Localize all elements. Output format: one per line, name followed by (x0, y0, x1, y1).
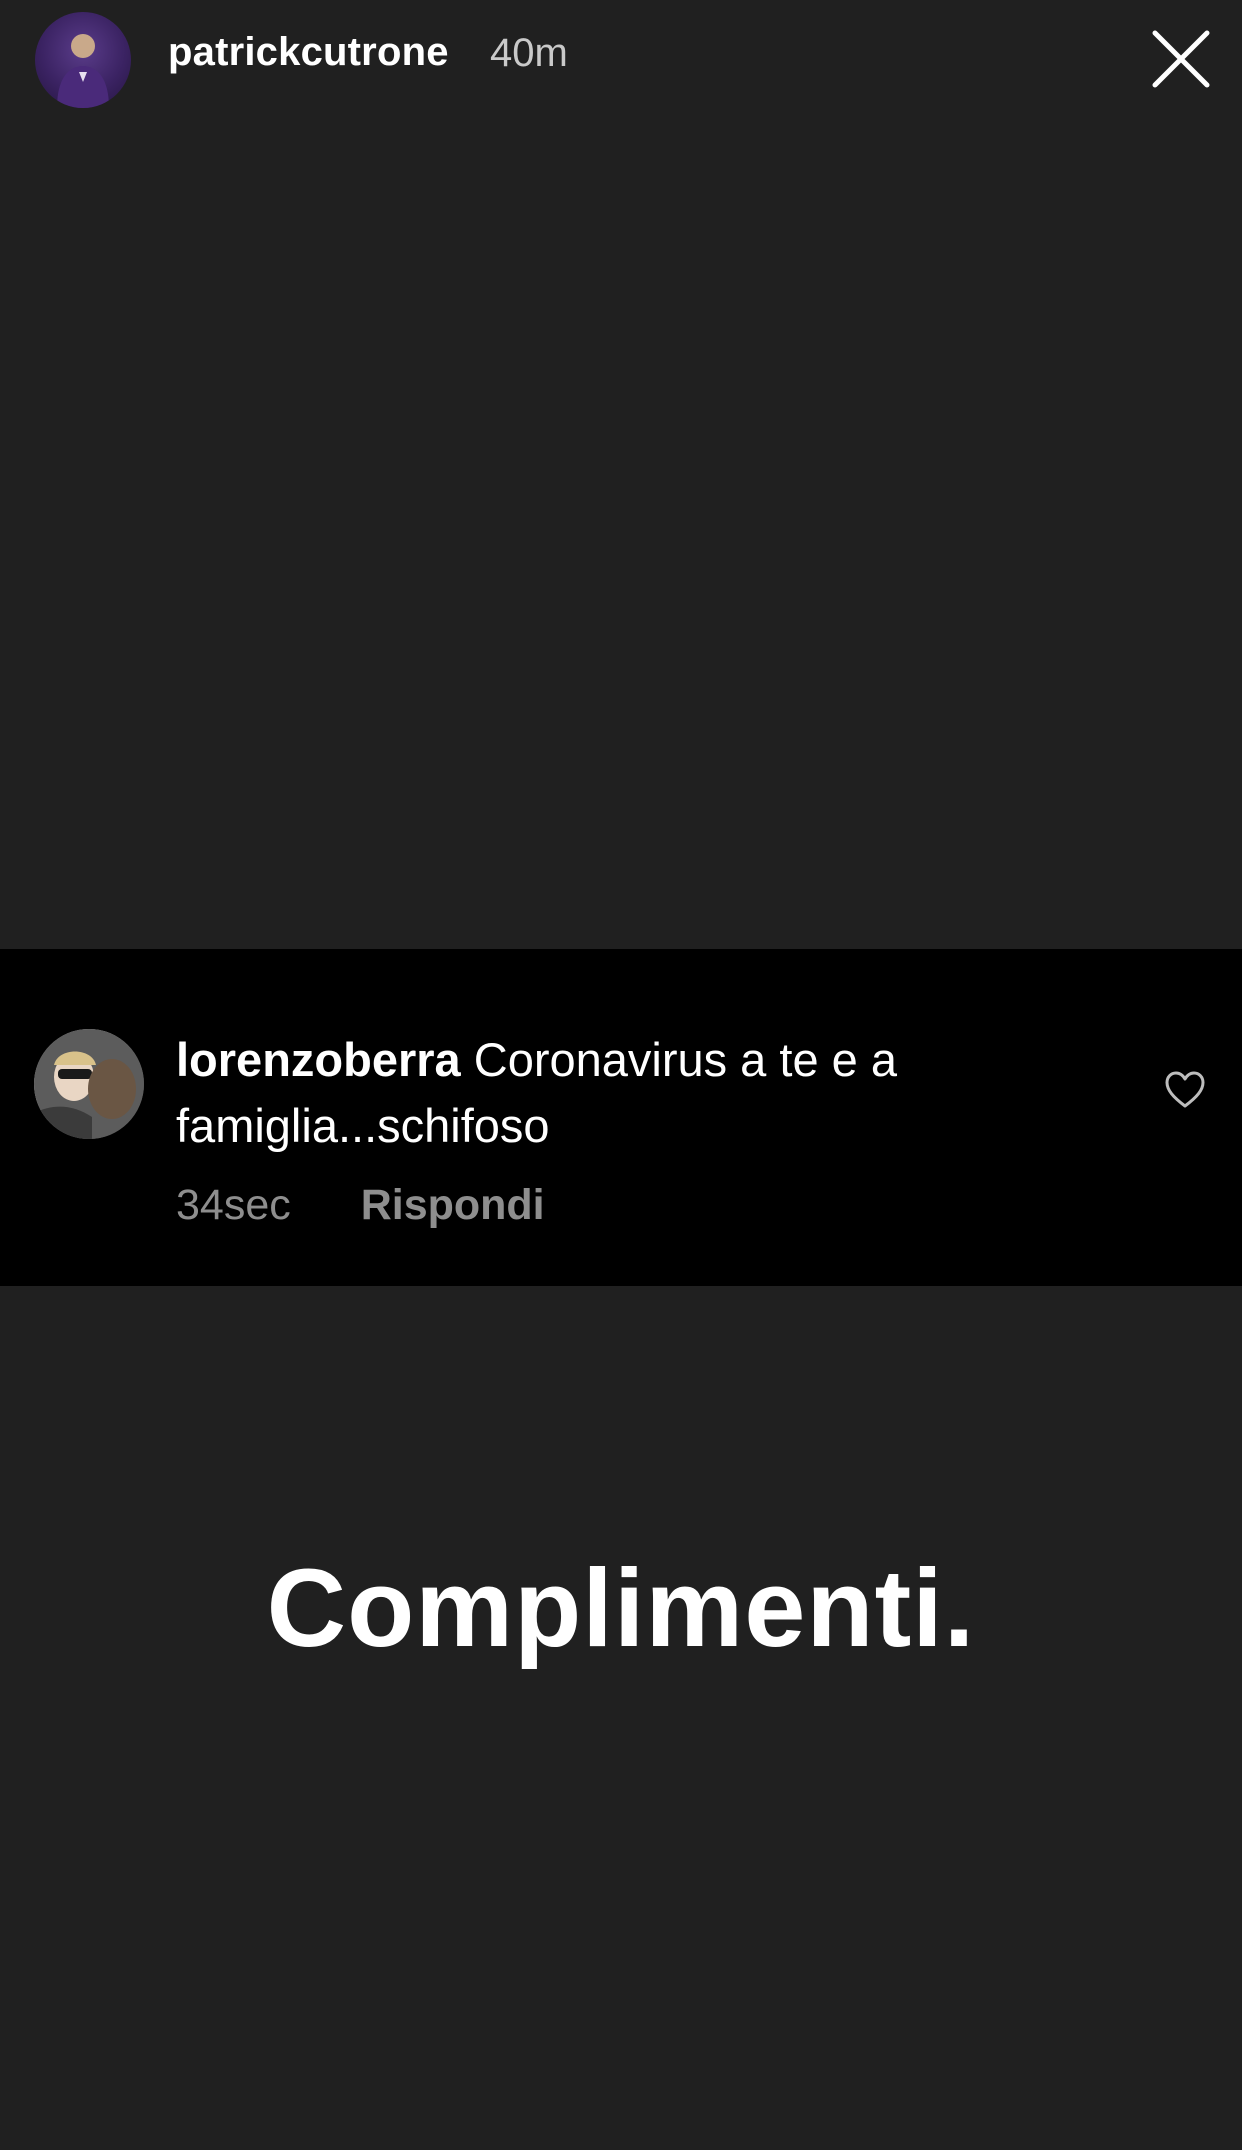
comment-screenshot: lorenzoberra Coronavirus a te e a famigl… (0, 949, 1242, 1286)
commenter-avatar[interactable] (34, 1029, 144, 1139)
story-author-username[interactable]: patrickcutrone (168, 30, 449, 75)
comment-meta: 34sec Rispondi (176, 1181, 545, 1230)
avatar-person-icon (57, 34, 109, 108)
like-comment-button[interactable] (1163, 1068, 1207, 1112)
comment-body: lorenzoberra Coronavirus a te e a famigl… (176, 1027, 1076, 1159)
heart-outline-icon (1165, 1071, 1205, 1108)
avatar-photo-icon (34, 1029, 144, 1139)
story-timestamp: 40m (490, 31, 568, 75)
story-header: patrickcutrone 40m (0, 0, 1242, 120)
commenter-username[interactable]: lorenzoberra (176, 1033, 461, 1086)
reply-button[interactable]: Rispondi (361, 1181, 545, 1230)
close-icon (1152, 30, 1210, 88)
comment-timestamp: 34sec (176, 1181, 291, 1229)
story-caption: Complimenti. (266, 1547, 976, 1670)
story-author-avatar[interactable] (35, 12, 131, 108)
story-viewer: patrickcutrone 40m lorenzoberra Coronavi… (0, 0, 1242, 2150)
close-button[interactable] (1150, 28, 1212, 90)
